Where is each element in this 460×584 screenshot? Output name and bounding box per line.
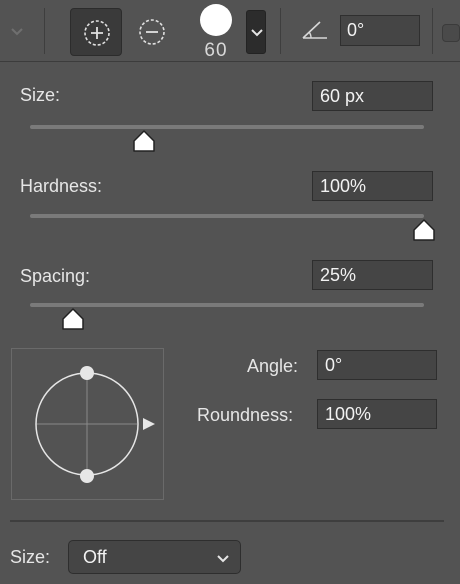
spacing-slider-track[interactable] bbox=[30, 303, 424, 307]
size-slider-thumb[interactable] bbox=[131, 129, 157, 158]
add-brush-icon bbox=[84, 20, 110, 46]
roundness-label: Roundness: bbox=[197, 405, 294, 425]
spacing-slider-thumb[interactable] bbox=[60, 307, 86, 336]
size-label: Size: bbox=[20, 85, 61, 105]
pressure-toggle-checkbox[interactable] bbox=[442, 24, 460, 42]
hardness-slider-track[interactable] bbox=[30, 214, 424, 218]
subtract-brush-button[interactable] bbox=[126, 8, 178, 56]
hardness-input[interactable]: 100% bbox=[312, 171, 433, 201]
angle-arrow-handle bbox=[143, 418, 155, 430]
brush-picker-dropdown[interactable] bbox=[246, 10, 266, 54]
brush-angle-input[interactable]: 0° bbox=[317, 350, 437, 380]
toolbar-divider bbox=[432, 8, 433, 54]
angle-label: Angle: bbox=[247, 356, 299, 376]
size-input[interactable]: 60 px bbox=[312, 81, 433, 111]
spacing-input[interactable]: 25% bbox=[312, 260, 433, 290]
brush-tip-icon bbox=[200, 4, 232, 36]
hardness-slider-thumb[interactable] bbox=[411, 218, 437, 247]
chevron-down-icon bbox=[251, 29, 263, 37]
angle-input[interactable]: 0° bbox=[340, 15, 420, 46]
roundness-input[interactable]: 100% bbox=[317, 399, 437, 429]
brush-tip-size: 60 bbox=[204, 40, 228, 61]
size-control-label: Size: bbox=[10, 547, 51, 567]
size-control-select[interactable]: Off bbox=[68, 540, 241, 574]
toolbar-divider bbox=[280, 8, 281, 54]
subtract-brush-icon bbox=[139, 19, 165, 45]
roundness-handle-top bbox=[80, 366, 94, 380]
section-divider bbox=[10, 520, 444, 522]
size-slider-track[interactable] bbox=[30, 125, 424, 129]
brush-tip-preview[interactable]: 60 bbox=[196, 4, 236, 61]
chevron-down-icon[interactable] bbox=[6, 20, 28, 42]
angle-icon bbox=[300, 16, 330, 47]
hardness-label: Hardness: bbox=[20, 176, 103, 196]
add-brush-button[interactable] bbox=[70, 8, 122, 56]
spacing-label: Spacing: bbox=[20, 266, 91, 286]
brush-shape-preview[interactable] bbox=[11, 348, 164, 500]
roundness-handle-bottom bbox=[80, 469, 94, 483]
options-toolbar: 60 0° bbox=[0, 0, 460, 62]
toolbar-divider bbox=[44, 8, 45, 54]
size-control-value: Off bbox=[83, 547, 107, 567]
chevron-down-icon bbox=[217, 555, 229, 563]
